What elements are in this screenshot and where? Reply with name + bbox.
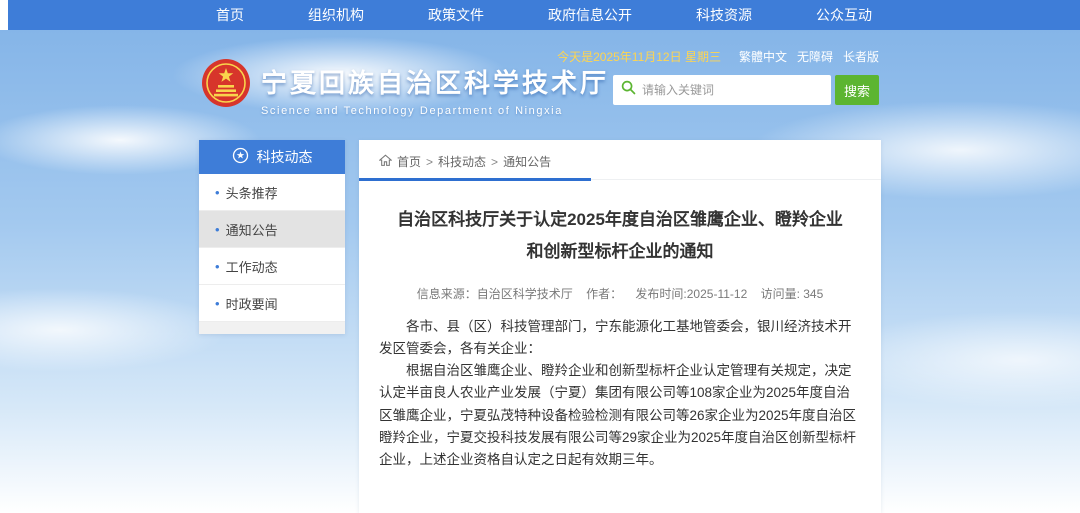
nav-item-gov-info[interactable]: 政府信息公开 <box>548 5 632 25</box>
article-paragraph: 各市、县（区）科技管理部门，宁东能源化工基地管委会，银川经济技术开发区管委会，各… <box>379 316 861 361</box>
breadcrumb-separator: > <box>426 155 433 169</box>
today-date: 今天是2025年11月12日 星期三 <box>557 48 721 65</box>
link-elderly-version[interactable]: 长者版 <box>843 48 879 65</box>
meta-source: 信息来源：自治区科学技术厅 <box>417 287 573 301</box>
sidebar-footer-strip <box>199 322 345 334</box>
search-icon <box>621 80 636 100</box>
meta-visit-count: 访问量: 345 <box>761 287 824 301</box>
meta-author: 作者： <box>586 287 622 301</box>
sidebar-menu: • 头条推荐 • 通知公告 • 工作动态 • 时 <box>199 174 345 322</box>
sidebar-item-headlines[interactable]: • 头条推荐 <box>199 174 345 211</box>
nav-item-policy[interactable]: 政策文件 <box>428 5 484 25</box>
link-traditional-chinese[interactable]: 繁體中文 <box>739 48 787 65</box>
site-subtitle: Science and Technology Department of Nin… <box>261 105 609 117</box>
article-body: 各市、县（区）科技管理部门，宁东能源化工基地管委会，银川经济技术开发区管委会，各… <box>379 316 861 472</box>
article-title-line1: 自治区科技厅关于认定2025年度自治区雏鹰企业、瞪羚企业 <box>379 204 861 236</box>
sidebar: 科技动态 • 头条推荐 • 通知公告 • 工作动态 <box>199 140 345 334</box>
bullet-icon: • <box>215 222 220 237</box>
article-title-line2: 和创新型标杆企业的通知 <box>379 236 861 268</box>
site-banner: 宁夏回族自治区科学技术厅 Science and Technology Depa… <box>199 30 881 140</box>
national-emblem-logo <box>201 58 251 108</box>
breadcrumb: 首页 > 科技动态 > 通知公告 <box>379 153 861 170</box>
nav-item-tech-resources[interactable]: 科技资源 <box>696 5 752 25</box>
sidebar-item-label: 工作动态 <box>226 257 278 276</box>
main-panel: 首页 > 科技动态 > 通知公告 自治区科技厅关于认定2025年度自治区雏鹰企业… <box>359 140 881 513</box>
sidebar-header: 科技动态 <box>199 140 345 174</box>
breadcrumb-notices[interactable]: 通知公告 <box>503 153 551 170</box>
nav-item-organization[interactable]: 组织机构 <box>308 5 364 25</box>
breadcrumb-tech-news[interactable]: 科技动态 <box>438 153 486 170</box>
star-circle-icon <box>232 147 249 167</box>
breadcrumb-home[interactable]: 首页 <box>397 153 421 170</box>
bullet-icon: • <box>215 185 220 200</box>
search-button[interactable]: 搜索 <box>835 75 879 105</box>
sidebar-item-notices[interactable]: • 通知公告 <box>199 211 345 248</box>
article-paragraph: 根据自治区雏鹰企业、瞪羚企业和创新型标杆企业认定管理有关规定，决定认定半亩良人农… <box>379 360 861 471</box>
sidebar-item-label: 通知公告 <box>226 220 278 239</box>
nav-item-public-interaction[interactable]: 公众互动 <box>816 5 872 25</box>
bullet-icon: • <box>215 259 220 274</box>
top-nav: 首页 组织机构 政策文件 政府信息公开 科技资源 公众互动 <box>8 0 1080 30</box>
article-title: 自治区科技厅关于认定2025年度自治区雏鹰企业、瞪羚企业 和创新型标杆企业的通知 <box>379 204 861 269</box>
sidebar-item-label: 时政要闻 <box>226 294 278 313</box>
page: 首页 组织机构 政策文件 政府信息公开 科技资源 公众互动 <box>0 0 1080 513</box>
breadcrumb-bar: 首页 > 科技动态 > 通知公告 <box>359 140 881 180</box>
article-meta: 信息来源：自治区科学技术厅 作者： 发布时间:2025-11-12 访问量: 3… <box>379 285 861 302</box>
sky-background: 宁夏回族自治区科学技术厅 Science and Technology Depa… <box>0 30 1080 513</box>
home-icon <box>379 154 392 170</box>
bullet-icon: • <box>215 296 220 311</box>
sidebar-item-work-updates[interactable]: • 工作动态 <box>199 248 345 285</box>
link-accessibility[interactable]: 无障碍 <box>797 48 833 65</box>
breadcrumb-separator: > <box>491 155 498 169</box>
nav-item-home[interactable]: 首页 <box>216 5 244 25</box>
sidebar-title: 科技动态 <box>257 147 313 167</box>
sidebar-item-label: 头条推荐 <box>226 183 278 202</box>
meta-publish-time: 发布时间:2025-11-12 <box>635 287 747 301</box>
search-box <box>613 75 831 105</box>
search-input[interactable] <box>642 83 823 97</box>
sidebar-item-political-news[interactable]: • 时政要闻 <box>199 285 345 322</box>
